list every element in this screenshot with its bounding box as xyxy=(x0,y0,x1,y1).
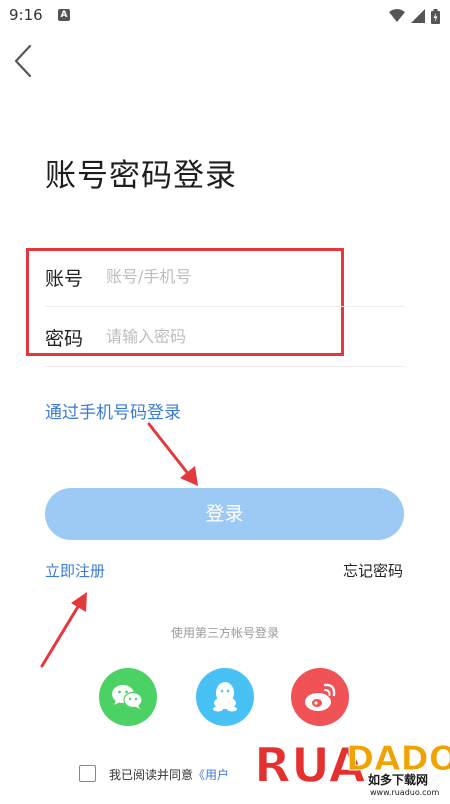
password-input[interactable] xyxy=(106,322,396,350)
notification-icon: A xyxy=(58,9,70,21)
qq-login-button[interactable] xyxy=(196,668,254,726)
status-time: 9:16 xyxy=(9,6,43,24)
wechat-login-button[interactable] xyxy=(99,668,157,726)
third-party-label: 使用第三方帐号登录 xyxy=(170,626,279,640)
login-button[interactable]: 登录 xyxy=(45,488,404,540)
forgot-password-link[interactable]: 忘记密码 xyxy=(343,560,403,581)
password-label: 密码 xyxy=(45,328,84,350)
status-icons xyxy=(389,8,440,24)
account-input[interactable] xyxy=(106,262,396,290)
wechat-icon xyxy=(112,685,143,709)
back-button[interactable] xyxy=(10,44,38,78)
account-row: 账号 xyxy=(45,246,405,307)
annotation-arrow-icon xyxy=(147,422,198,486)
svg-text:www.ruaduo.com: www.ruaduo.com xyxy=(370,788,439,797)
qq-icon xyxy=(213,682,237,712)
chevron-left-icon xyxy=(14,44,32,78)
svg-text:如多下载网: 如多下载网 xyxy=(368,772,428,787)
register-link[interactable]: 立即注册 xyxy=(45,560,105,581)
password-row: 密码 xyxy=(45,306,405,367)
agree-checkbox[interactable] xyxy=(79,765,96,782)
ruadado-logo-icon: RUA DADO 如多下载网 www.ruaduo.com xyxy=(253,737,450,797)
account-label: 账号 xyxy=(45,268,84,290)
page-title: 账号密码登录 xyxy=(45,158,237,194)
signal-icon xyxy=(411,9,425,23)
agreement-text: 我已阅读并同意《用户 xyxy=(109,766,229,783)
status-bar: 9:16 A xyxy=(0,0,450,32)
user-agreement-link[interactable]: 《用户 xyxy=(193,768,229,782)
wifi-icon xyxy=(389,9,405,22)
agreement-prefix: 我已阅读并同意 xyxy=(109,768,194,782)
battery-icon xyxy=(431,8,440,24)
watermark-logo: RUA DADO 如多下载网 www.ruaduo.com xyxy=(252,718,450,800)
